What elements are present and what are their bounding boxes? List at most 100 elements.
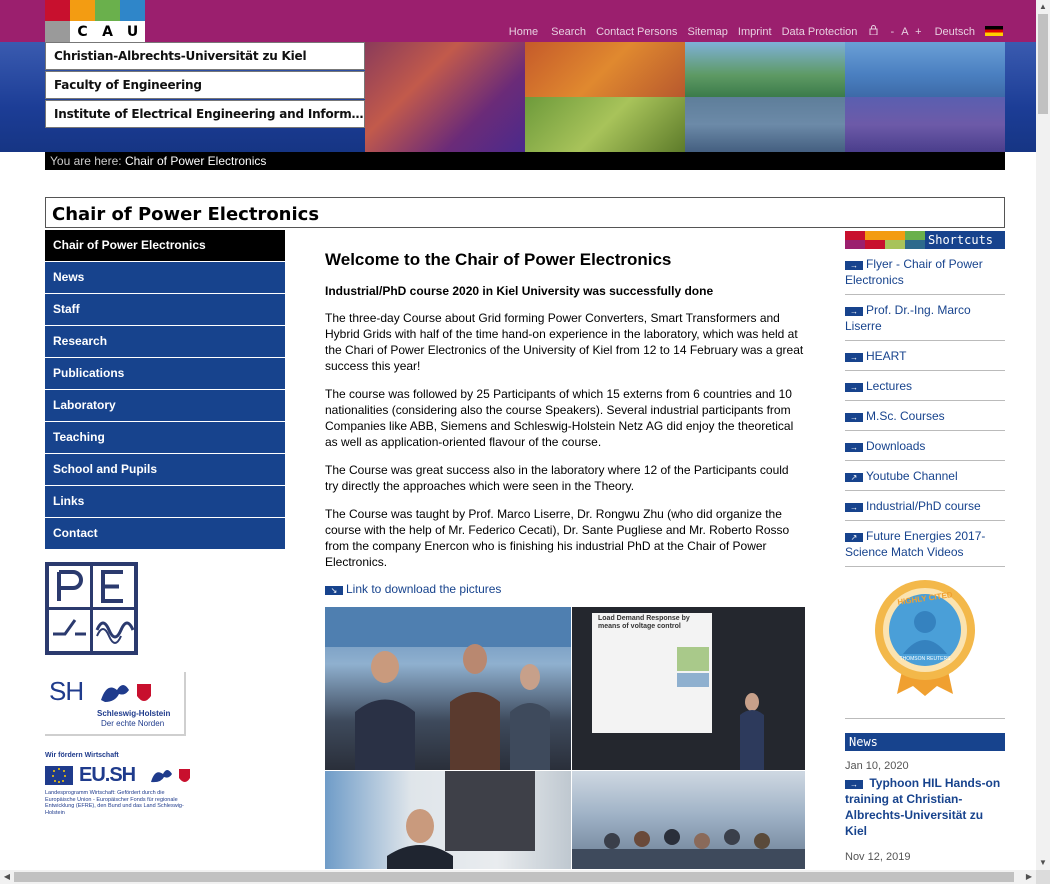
tab-faculty[interactable]: Faculty of Engineering bbox=[45, 71, 365, 99]
photo-gallery: Load Demand Response by means of voltage… bbox=[325, 607, 805, 869]
shortcuts-list: → Flyer - Chair of Power Electronics → Pro… bbox=[845, 256, 1005, 574]
highly-cited-badge[interactable]: HIGHLY CITED THOMSON REUTERS bbox=[873, 578, 977, 696]
header-color-block bbox=[845, 231, 865, 240]
main-content: Welcome to the Chair of Power Electronic… bbox=[325, 250, 805, 596]
shortcut-item[interactable]: → M.Sc. Courses bbox=[845, 408, 1005, 431]
font-increase-button[interactable]: + bbox=[915, 26, 921, 38]
nav-home-link[interactable]: Home bbox=[509, 26, 538, 38]
schleswig-holstein-logo[interactable]: SH Schleswig-Holstein Der echte Norden bbox=[45, 672, 186, 736]
breadcrumb-current[interactable]: Chair of Power Electronics bbox=[125, 154, 266, 168]
link-arrow-icon: → bbox=[845, 383, 863, 392]
nav-search-link[interactable]: Search bbox=[551, 26, 586, 38]
link-arrow-icon: → bbox=[845, 307, 863, 316]
nav-imprint-link[interactable]: Imprint bbox=[738, 26, 772, 38]
header-photo-campus bbox=[685, 42, 845, 97]
link-arrow-icon: → bbox=[845, 443, 863, 452]
nav-contact-persons-link[interactable]: Contact Persons bbox=[596, 26, 677, 38]
badge-publisher: THOMSON REUTERS bbox=[899, 656, 951, 662]
scroll-down-icon[interactable]: ▼ bbox=[1036, 856, 1050, 870]
vertical-scrollbar[interactable]: ▲ ▼ bbox=[1036, 0, 1050, 870]
header-color-block bbox=[905, 231, 925, 240]
sidebar-item-laboratory[interactable]: Laboratory bbox=[45, 390, 285, 421]
german-flag-icon[interactable] bbox=[985, 26, 1003, 36]
font-reset-button[interactable]: A bbox=[901, 26, 908, 38]
sidebar-item-publications[interactable]: Publications bbox=[45, 358, 285, 389]
sidebar-item-chair[interactable]: Chair of Power Electronics bbox=[45, 230, 285, 261]
cau-logo[interactable]: C A U bbox=[45, 0, 145, 42]
sh-lions-icon bbox=[151, 769, 190, 783]
header-color-block bbox=[865, 231, 885, 240]
logo-square bbox=[70, 0, 95, 21]
breadcrumb-prefix: You are here: bbox=[50, 154, 122, 168]
scroll-left-icon[interactable]: ◀ bbox=[0, 870, 14, 884]
link-arrow-icon: → bbox=[845, 780, 863, 789]
link-arrow-icon: → bbox=[845, 353, 863, 362]
lock-icon[interactable] bbox=[869, 25, 881, 38]
header-photo-circuit bbox=[525, 97, 685, 152]
shortcut-item[interactable]: → Downloads bbox=[845, 438, 1005, 461]
eu-sh-funding-logo[interactable]: Wir fördern Wirtschaft EU.SH Landesprogr… bbox=[45, 752, 195, 822]
news-heading: News bbox=[845, 733, 1005, 751]
paragraph: The Course was great success also in the… bbox=[325, 463, 789, 493]
shortcut-label: Industrial/PhD course bbox=[866, 499, 981, 513]
scrollbar-corner bbox=[1036, 870, 1050, 884]
shortcut-label: M.Sc. Courses bbox=[866, 409, 945, 423]
external-link-icon: ↗ bbox=[845, 533, 863, 542]
font-decrease-button[interactable]: - bbox=[891, 26, 895, 38]
language-switch-link[interactable]: Deutsch bbox=[935, 26, 975, 38]
tab-institute[interactable]: Institute of Electrical Engineering and … bbox=[45, 100, 365, 128]
sidebar-item-contact[interactable]: Contact bbox=[45, 518, 285, 549]
eu-funding-text: Landesprogramm Wirtschaft: Gefördert dur… bbox=[45, 790, 184, 816]
eu-sh-wordmark: EU.SH bbox=[79, 764, 136, 786]
sidebar-item-research[interactable]: Research bbox=[45, 326, 285, 357]
shortcut-label: Downloads bbox=[866, 439, 926, 453]
scroll-right-icon[interactable]: ▶ bbox=[1022, 870, 1036, 884]
shortcut-label: Youtube Channel bbox=[866, 469, 958, 483]
gallery-photo-audience[interactable] bbox=[572, 771, 805, 869]
tab-university[interactable]: Christian-Albrechts-Universität zu Kiel bbox=[45, 42, 365, 70]
shortcut-item[interactable]: → Flyer - Chair of Power Electronics bbox=[845, 256, 1005, 295]
shortcut-label: Flyer - Chair of Power Electronics bbox=[845, 257, 983, 287]
shortcut-item[interactable]: ↗ Future Energies 2017-Science Match Vide… bbox=[845, 528, 1005, 567]
divider bbox=[845, 718, 1005, 719]
shortcuts-heading: Shortcuts bbox=[928, 233, 994, 247]
nav-data-protection-link[interactable]: Data Protection bbox=[782, 26, 858, 38]
sh-name: Schleswig-Holstein bbox=[97, 709, 171, 718]
vertical-scroll-thumb[interactable] bbox=[1038, 14, 1048, 114]
sidebar-item-teaching[interactable]: Teaching bbox=[45, 422, 285, 453]
sh-tagline: Der echte Norden bbox=[101, 719, 165, 728]
sidebar-item-links[interactable]: Links bbox=[45, 486, 285, 517]
scroll-up-icon[interactable]: ▲ bbox=[1036, 0, 1050, 14]
sidebar-item-staff[interactable]: Staff bbox=[45, 294, 285, 325]
logo-square bbox=[45, 0, 70, 21]
sh-lions-icon bbox=[101, 684, 151, 702]
gallery-photo-participants[interactable] bbox=[325, 607, 571, 770]
sidebar-navigation: Chair of Power Electronics News Staff Re… bbox=[45, 230, 285, 550]
eu-flag-icon bbox=[45, 766, 73, 785]
power-electronics-logo[interactable] bbox=[45, 562, 138, 655]
logo-square bbox=[120, 0, 145, 21]
shortcut-item[interactable]: → Prof. Dr.-Ing. Marco Liserre bbox=[845, 302, 1005, 341]
main-subheading: Industrial/PhD course 2020 in Kiel Unive… bbox=[325, 284, 714, 298]
news-item[interactable]: → Typhoon HIL Hands-on training at Chris… bbox=[845, 775, 1005, 839]
paragraph: The Course was taught by Prof. Marco Lis… bbox=[325, 507, 790, 569]
gallery-photo-speaker[interactable] bbox=[325, 771, 571, 869]
shortcut-item[interactable]: → Lectures bbox=[845, 378, 1005, 401]
logo-square bbox=[45, 21, 70, 42]
gallery-photo-lecture[interactable]: Load Demand Response by means of voltage… bbox=[572, 607, 805, 770]
shortcut-item[interactable]: → HEART bbox=[845, 348, 1005, 371]
nav-sitemap-link[interactable]: Sitemap bbox=[687, 26, 727, 38]
shortcuts-header: Shortcuts bbox=[845, 231, 1005, 249]
header-color-block bbox=[905, 240, 925, 249]
horizontal-scroll-thumb[interactable] bbox=[14, 872, 1014, 882]
link-arrow-icon: → bbox=[845, 261, 863, 270]
logo-letter: A bbox=[95, 21, 120, 42]
news-title: Typhoon HIL Hands-on training at Christi… bbox=[845, 776, 1001, 838]
download-pictures-link[interactable]: ↘ Link to download the pictures bbox=[325, 582, 805, 596]
sidebar-item-school-and-pupils[interactable]: School and Pupils bbox=[45, 454, 285, 485]
horizontal-scrollbar[interactable]: ◀ ▶ bbox=[0, 870, 1036, 884]
shortcut-item[interactable]: ↗ Youtube Channel bbox=[845, 468, 1005, 491]
sidebar-item-news[interactable]: News bbox=[45, 262, 285, 293]
shortcut-item[interactable]: → Industrial/PhD course bbox=[845, 498, 1005, 521]
sh-wordmark: SH bbox=[49, 676, 84, 706]
